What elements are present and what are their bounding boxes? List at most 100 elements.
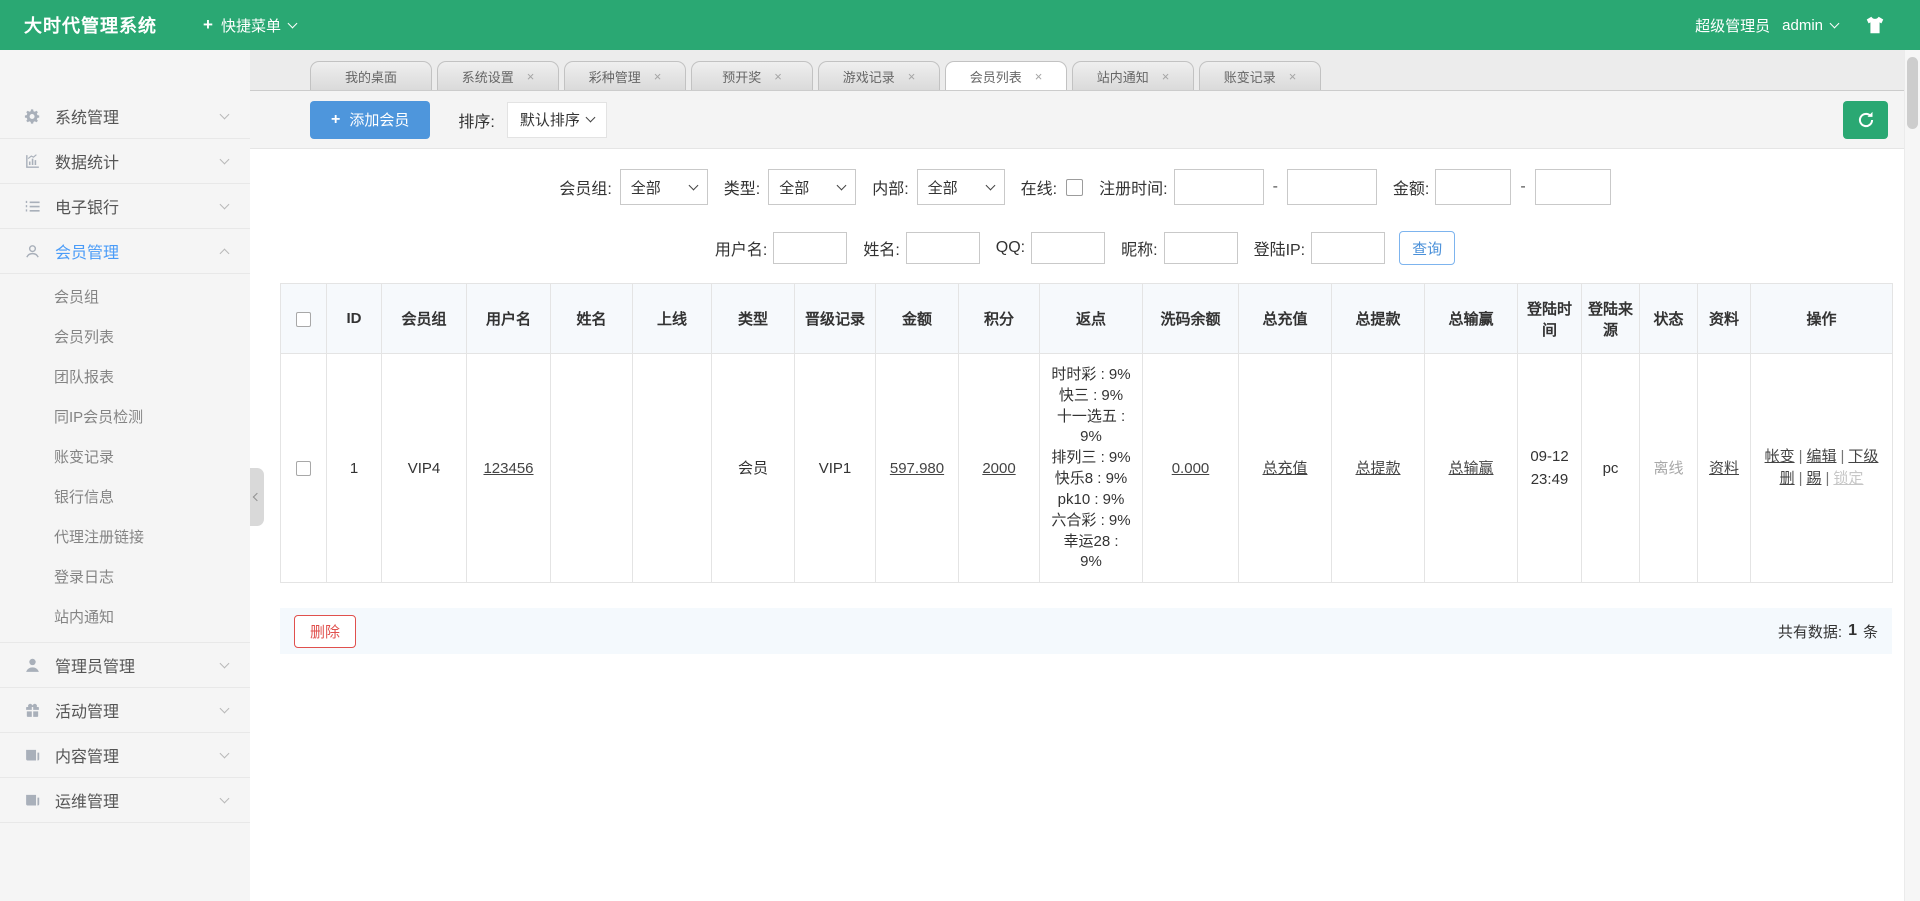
sidebar-collapse-handle[interactable] <box>250 468 264 526</box>
top-bar: 大时代管理系统 + 快捷菜单 超级管理员 admin <box>0 0 1920 50</box>
close-icon[interactable]: × <box>908 69 916 84</box>
newspaper-icon <box>22 747 42 764</box>
sidebar-item-content[interactable]: 内容管理 <box>0 733 250 778</box>
account-change-link[interactable]: 帐变 <box>1765 448 1795 465</box>
tab-my-desktop[interactable]: 我的桌面 <box>310 61 432 90</box>
sidebar-subitem-member-groups[interactable]: 会员组 <box>0 278 250 318</box>
regtime-filter-label: 注册时间: <box>1099 175 1167 199</box>
subordinate-link[interactable]: 下级 <box>1848 448 1878 465</box>
kick-link[interactable]: 踢 <box>1806 470 1821 487</box>
qq-input[interactable] <box>1031 232 1105 264</box>
amount-link[interactable]: 597.980 <box>890 460 944 477</box>
sort-label: 排序: <box>458 108 494 132</box>
group-select-value: 全部 <box>631 177 661 198</box>
close-icon[interactable]: × <box>527 69 535 84</box>
tab-site-notice[interactable]: 站内通知 × <box>1072 61 1194 90</box>
chevron-down-icon <box>220 748 230 758</box>
tab-label: 系统设置 <box>462 67 514 86</box>
sidebar-subitem-member-list[interactable]: 会员列表 <box>0 318 250 358</box>
scrollbar-track[interactable] <box>1904 50 1920 901</box>
sidebar-item-statistics[interactable]: 数据统计 <box>0 139 250 184</box>
name-input[interactable] <box>906 232 980 264</box>
tab-account-change-log[interactable]: 账变记录 × <box>1199 61 1321 90</box>
tab-lottery-management[interactable]: 彩种管理 × <box>564 61 686 90</box>
profile-link[interactable]: 资料 <box>1709 460 1739 477</box>
total-winloss-link[interactable]: 总输赢 <box>1448 460 1493 477</box>
tab-system-settings[interactable]: 系统设置 × <box>437 61 559 90</box>
search-button[interactable]: 查询 <box>1399 231 1455 265</box>
select-all-checkbox[interactable] <box>296 312 311 327</box>
close-icon[interactable]: × <box>654 69 662 84</box>
cell-actions: 帐变|编辑|下级 删|踢|锁定 <box>1751 354 1893 583</box>
sidebar-subitem-account-change-log[interactable]: 账变记录 <box>0 438 250 478</box>
sidebar-subitem-bank-info[interactable]: 银行信息 <box>0 478 250 518</box>
sidebar-item-ebank[interactable]: 电子银行 <box>0 184 250 229</box>
edit-link[interactable]: 编辑 <box>1806 448 1836 465</box>
username-link[interactable]: 123456 <box>483 460 533 477</box>
tab-member-list[interactable]: 会员列表 × <box>945 61 1067 90</box>
sidebar-item-operations[interactable]: 运维管理 <box>0 778 250 823</box>
header-login-time: 登陆时间 <box>1518 284 1582 354</box>
tab-label: 预开奖 <box>722 67 761 86</box>
type-select[interactable]: 全部 <box>768 169 856 205</box>
group-select[interactable]: 全部 <box>620 169 708 205</box>
header-select <box>281 284 327 354</box>
close-icon[interactable]: × <box>1162 69 1170 84</box>
amount-min-input[interactable] <box>1435 169 1511 205</box>
sidebar-item-system[interactable]: 系统管理 <box>0 94 250 139</box>
cell-group: VIP4 <box>382 354 467 583</box>
sidebar-item-label: 管理员管理 <box>55 653 221 677</box>
header-name: 姓名 <box>551 284 633 354</box>
close-icon[interactable]: × <box>774 69 782 84</box>
cell-id: 1 <box>327 354 382 583</box>
sidebar-subitem-team-report[interactable]: 团队报表 <box>0 358 250 398</box>
cell-login-time: 09-12 23:49 <box>1518 354 1582 583</box>
nickname-input[interactable] <box>1164 232 1238 264</box>
sidebar-subitem-same-ip-check[interactable]: 同IP会员检测 <box>0 398 250 438</box>
member-list-panel: 会员组: 全部 类型: 全部 内部: 全部 在线: 注册时间: - 金额: <box>250 149 1920 654</box>
sidebar-item-admins[interactable]: 管理员管理 <box>0 643 250 688</box>
add-member-button[interactable]: + 添加会员 <box>310 101 430 139</box>
refresh-button[interactable] <box>1843 101 1888 139</box>
header-actions: 操作 <box>1751 284 1893 354</box>
action-separator: | <box>1826 470 1830 487</box>
theme-shirt-icon[interactable] <box>1864 14 1886 36</box>
sidebar-item-members[interactable]: 会员管理 <box>0 229 250 274</box>
delete-button[interactable]: 删除 <box>294 615 356 648</box>
header-wash-balance: 洗码余额 <box>1143 284 1239 354</box>
sidebar-subitem-site-notice[interactable]: 站内通知 <box>0 598 250 638</box>
sidebar-subitem-agent-register-link[interactable]: 代理注册链接 <box>0 518 250 558</box>
lock-link[interactable]: 锁定 <box>1833 470 1863 487</box>
total-count: 共有数据: 1 条 <box>1778 621 1878 642</box>
username-input[interactable] <box>773 232 847 264</box>
sort-select[interactable]: 默认排序 <box>507 102 607 138</box>
sidebar-subitem-login-log[interactable]: 登录日志 <box>0 558 250 598</box>
regtime-end-input[interactable] <box>1287 169 1377 205</box>
total-withdraw-link[interactable]: 总提款 <box>1355 460 1400 477</box>
loginip-input[interactable] <box>1311 232 1385 264</box>
rebate-item: pk10 : 9% <box>1042 489 1140 510</box>
header-promotion: 晋级记录 <box>795 284 876 354</box>
sidebar-item-activities[interactable]: 活动管理 <box>0 688 250 733</box>
tab-pre-draw[interactable]: 预开奖 × <box>691 61 813 90</box>
scrollbar-thumb[interactable] <box>1907 57 1918 129</box>
wash-balance-link[interactable]: 0.000 <box>1172 460 1210 477</box>
online-checkbox[interactable] <box>1066 179 1083 196</box>
tab-game-records[interactable]: 游戏记录 × <box>818 61 940 90</box>
range-separator: - <box>1273 178 1278 196</box>
amount-max-input[interactable] <box>1535 169 1611 205</box>
points-link[interactable]: 2000 <box>982 460 1015 477</box>
total-deposit-link[interactable]: 总充值 <box>1262 460 1307 477</box>
sidebar-item-label: 内容管理 <box>55 743 221 767</box>
delete-link[interactable]: 删 <box>1780 470 1795 487</box>
tab-label: 游戏记录 <box>843 67 895 86</box>
regtime-start-input[interactable] <box>1174 169 1264 205</box>
close-icon[interactable]: × <box>1289 69 1297 84</box>
quick-menu-button[interactable]: + 快捷菜单 <box>203 15 296 36</box>
internal-select[interactable]: 全部 <box>917 169 1005 205</box>
type-select-value: 全部 <box>779 177 809 198</box>
row-checkbox[interactable] <box>296 461 311 476</box>
user-menu[interactable]: admin <box>1782 17 1838 34</box>
tab-label: 账变记录 <box>1224 67 1276 86</box>
close-icon[interactable]: × <box>1035 69 1043 84</box>
